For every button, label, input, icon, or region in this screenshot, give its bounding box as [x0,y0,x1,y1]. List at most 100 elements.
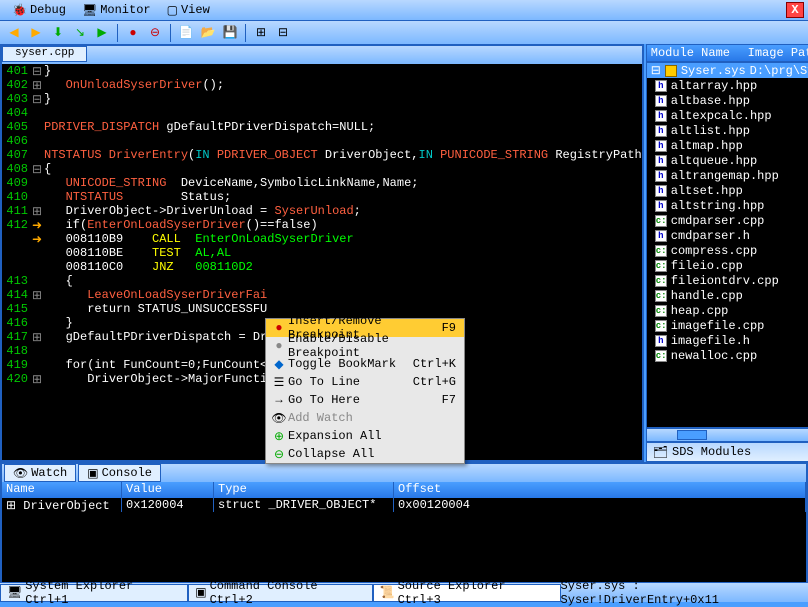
code-line[interactable]: ➜ 008110B9 CALL EnterOnLoadSyserDriver [2,232,642,246]
module-item[interactable]: c:handle.cpp [647,288,808,303]
code-line[interactable]: 412➜ if(EnterOnLoadSyserDriver()==false) [2,218,642,232]
file-icon: h [655,110,667,122]
module-item[interactable]: c:fileio.cpp [647,258,808,273]
breakpoint-remove-icon[interactable]: ⊖ [145,23,165,43]
module-item[interactable]: haltlist.hpp [647,123,808,138]
close-button[interactable]: X [786,2,804,18]
module-item[interactable]: haltstring.hpp [647,198,808,213]
file-icon: c: [655,320,667,332]
code-line[interactable]: 414⊞ LeaveOnLoadSyserDriverFai [2,288,642,302]
toolbar: ◀ ▶ ⬇ ↘ ▶ ● ⊖ 📄 📂 💾 ⊞ ⊟ [0,20,808,44]
code-line[interactable]: 409 UNICODE_STRING DeviceName,SymbolicLi… [2,176,642,190]
code-line[interactable]: 405PDRIVER_DISPATCH gDefaultPDriverDispa… [2,120,642,134]
watch-icon: 👁 [13,466,28,481]
file-icon: c: [655,260,667,272]
module-item[interactable]: ⊟ Syser.sysD:\prg\Sy [647,63,808,78]
arrow-left-icon[interactable]: ◀ [4,23,24,43]
module-item[interactable]: haltset.hpp [647,183,808,198]
menubar: 🐞Debug 🖥Monitor ▢View X [0,0,808,20]
file-icon: c: [655,350,667,362]
module-item[interactable]: c:heap.cpp [647,303,808,318]
col-value[interactable]: Value [122,482,214,498]
module-item[interactable]: c:cmdparser.cpp [647,213,808,228]
col-name[interactable]: Name [2,482,122,498]
module-item[interactable]: haltqueue.hpp [647,153,808,168]
file-icon: h [655,200,667,212]
module-item[interactable]: hcmdparser.h [647,228,808,243]
module-item[interactable]: c:newalloc.cpp [647,348,808,363]
file-icon [665,65,677,77]
col-module-name[interactable]: Module Name [651,46,748,60]
monitor-icon: 🖥 [82,3,97,18]
code-line[interactable]: 402⊞ OnUnloadSyserDriver(); [2,78,642,92]
code-line[interactable]: 008110C0 JNZ 008110D2 [2,260,642,274]
watch-header: Name Value Type Offset [2,482,806,498]
module-item[interactable]: haltmap.hpp [647,138,808,153]
menu-view[interactable]: ▢View [159,3,218,18]
code-line[interactable]: 411⊞ DriverObject->DriverUnload = SyserU… [2,204,642,218]
step-over-icon[interactable]: ⬇ [48,23,68,43]
expand-icon[interactable]: ⊞ [251,23,271,43]
breakpoint-add-icon[interactable]: ● [123,23,143,43]
module-list-header: Module Name Image Pat [646,44,808,62]
scroll-thumb[interactable] [677,430,707,440]
code-line[interactable]: 406 [2,134,642,148]
file-tab[interactable]: syser.cpp [2,46,87,62]
run-icon[interactable]: ▶ [92,23,112,43]
module-item[interactable]: c:imagefile.cpp [647,318,808,333]
context-menu-item[interactable]: ⊕Expansion All [266,427,464,445]
console-icon: ▣ [87,466,98,481]
file-tab-bar: syser.cpp [2,46,642,64]
command-console-button[interactable]: ▣Command Console Ctrl+2 [188,584,372,602]
col-image-path[interactable]: Image Pat [748,46,808,60]
module-list[interactable]: ⊟ Syser.sysD:\prg\Sy haltarray.hpp haltb… [646,62,808,428]
arrow-right-icon[interactable]: ▶ [26,23,46,43]
module-item[interactable]: haltrangemap.hpp [647,168,808,183]
file-icon: h [655,230,667,242]
module-item[interactable]: haltexpcalc.hpp [647,108,808,123]
module-item[interactable]: haltbase.hpp [647,93,808,108]
system-explorer-button[interactable]: 🖥System Explorer Ctrl+1 [0,584,188,602]
module-item[interactable]: haltarray.hpp [647,78,808,93]
module-item[interactable]: c:fileiontdrv.cpp [647,273,808,288]
code-line[interactable]: 408⊟{ [2,162,642,176]
new-file-icon[interactable]: 📄 [176,23,196,43]
module-item[interactable]: c:compress.cpp [647,243,808,258]
save-icon[interactable]: 💾 [220,23,240,43]
file-icon: h [655,155,667,167]
context-menu-item[interactable]: →Go To HereF7 [266,391,464,409]
statusbar: 🖥System Explorer Ctrl+1 ▣Command Console… [0,582,808,602]
console-tab[interactable]: ▣Console [78,464,161,482]
watch-panel: 👁Watch ▣Console Name Value Type Offset ⊞… [0,462,808,582]
menu-debug[interactable]: 🐞Debug [4,3,74,18]
file-icon: c: [655,245,667,257]
code-line[interactable]: 401⊟} [2,64,642,78]
context-menu-item[interactable]: ◆Toggle BookMarkCtrl+K [266,355,464,373]
watch-tab[interactable]: 👁Watch [4,464,76,482]
module-hscroll[interactable] [646,428,808,442]
context-menu-item[interactable]: ●Enable/Disable Breakpoint [266,337,464,355]
step-into-icon[interactable]: ↘ [70,23,90,43]
line-icon: ☰ [270,375,288,389]
sds-modules-tab[interactable]: 🗂 SDS Modules [646,442,808,462]
code-line[interactable]: 403⊟} [2,92,642,106]
context-menu-item: 👁Add Watch [266,409,464,427]
col-offset[interactable]: Offset [394,482,806,498]
open-file-icon[interactable]: 📂 [198,23,218,43]
col-type[interactable]: Type [214,482,394,498]
code-line[interactable]: 407NTSTATUS DriverEntry(IN PDRIVER_OBJEC… [2,148,642,162]
code-line[interactable]: 413 { [2,274,642,288]
module-item[interactable]: himagefile.h [647,333,808,348]
collapse-icon[interactable]: ⊟ [273,23,293,43]
code-line[interactable]: 410 NTSTATUS Status; [2,190,642,204]
file-icon: h [655,125,667,137]
watch-row[interactable]: ⊞ DriverObject 0x120004 struct _DRIVER_O… [2,498,806,512]
context-menu-item[interactable]: ⊖Collapse All [266,445,464,463]
bug-icon: 🐞 [12,3,27,18]
code-line[interactable]: 008110BE TEST AL,AL [2,246,642,260]
context-menu-item[interactable]: ☰Go To LineCtrl+G [266,373,464,391]
file-icon: c: [655,290,667,302]
code-line[interactable]: 404 [2,106,642,120]
source-explorer-button[interactable]: 📜Source Explorer Ctrl+3 [373,584,561,602]
menu-monitor[interactable]: 🖥Monitor [74,3,159,18]
